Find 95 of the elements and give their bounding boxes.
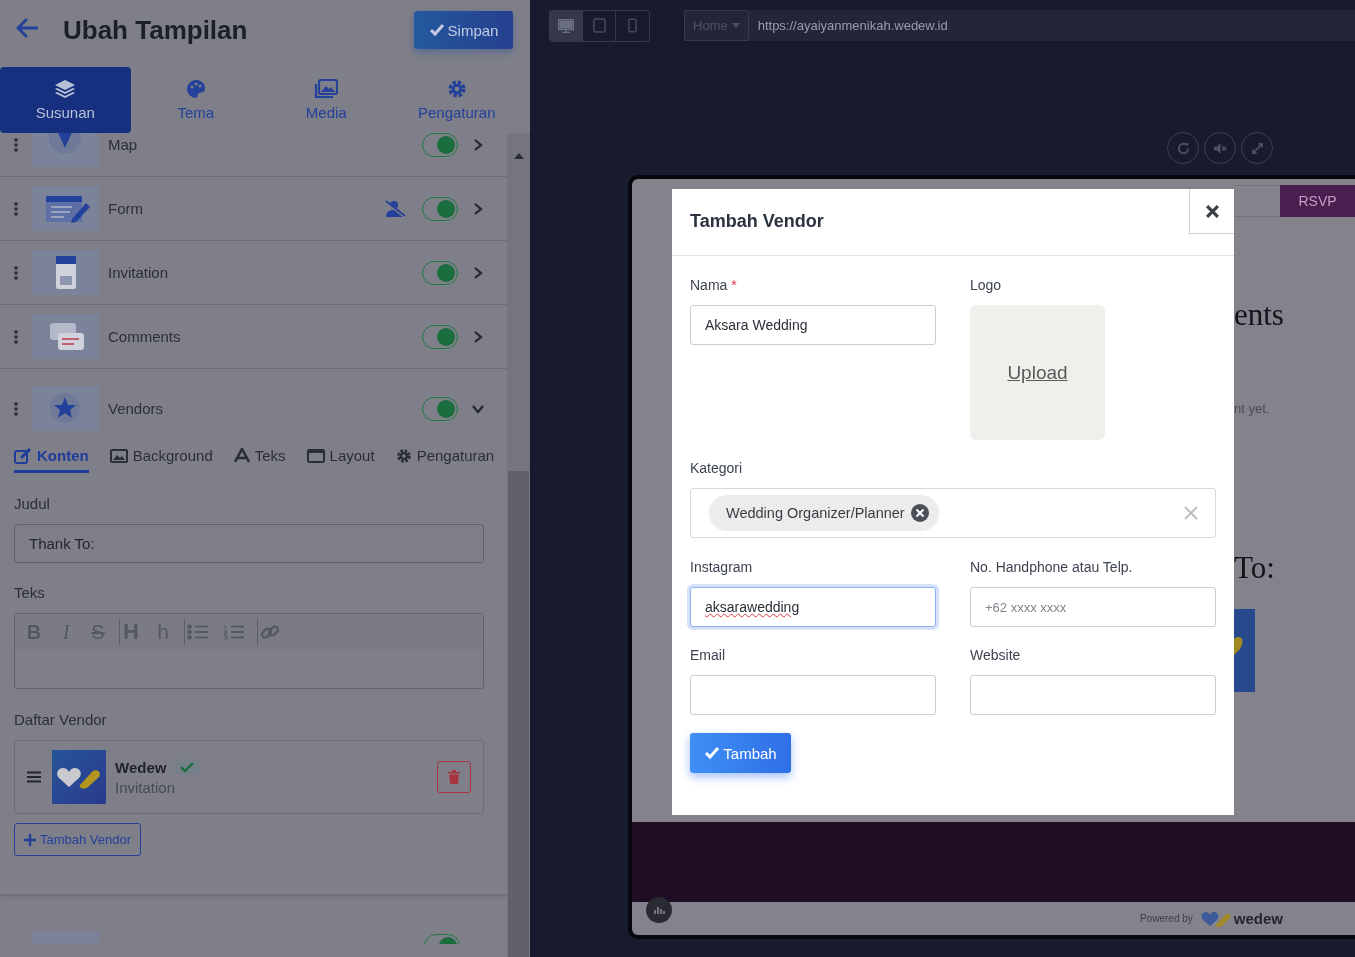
check-icon	[704, 746, 721, 760]
settings-icon	[395, 447, 412, 464]
category-chip: Wedding Organizer/Planner	[709, 495, 939, 531]
section-name: Form	[108, 200, 143, 217]
sub-tab[interactable]: Teks	[233, 447, 286, 473]
main-tab[interactable]: Tema	[130, 67, 261, 133]
close-icon	[1204, 203, 1220, 219]
music-button[interactable]	[646, 897, 672, 923]
website-field[interactable]	[970, 675, 1216, 715]
field-label: Nama	[690, 277, 728, 293]
main-tab[interactable]: Pengaturan	[391, 67, 522, 133]
trash-icon	[448, 770, 460, 784]
field-label: Website	[970, 647, 1021, 663]
sub-tab[interactable]: Pengaturan	[395, 447, 495, 473]
numbered-list-icon[interactable]	[223, 624, 245, 640]
font-icon	[233, 448, 250, 463]
dialog-title: Tambah Vendor	[690, 211, 824, 232]
window-icon	[306, 448, 325, 463]
bullet-list-icon[interactable]	[187, 624, 209, 640]
section-name: Comments	[108, 328, 181, 345]
section-thumbnail	[32, 186, 99, 231]
drag-handle-icon[interactable]	[14, 265, 18, 280]
plus-icon	[24, 833, 36, 846]
section-name: Invitation	[108, 264, 169, 281]
section-heading: To:	[1234, 550, 1275, 586]
settings-icon	[446, 79, 467, 99]
main-tab[interactable]: Media	[261, 67, 392, 133]
drag-handle-icon[interactable]	[14, 201, 18, 216]
vendor-name: Wedew	[115, 758, 167, 776]
field-label: Judul	[14, 495, 51, 512]
field-label: Daftar Vendor	[14, 711, 108, 728]
sub-tab[interactable]: Konten	[14, 447, 89, 473]
category-select[interactable]: Wedding Organizer/Planner	[690, 488, 1216, 538]
remove-icon[interactable]	[910, 504, 929, 522]
tablet-icon	[592, 18, 606, 33]
caret-icon	[731, 23, 740, 28]
vendor-logo	[52, 750, 106, 804]
main-tab[interactable]: Susunan	[0, 67, 131, 133]
vendor-category: Invitation	[115, 778, 177, 796]
field-label: Logo	[970, 277, 1002, 293]
phone-field[interactable]: +62 xxxx xxxx	[970, 587, 1216, 627]
clear-icon[interactable]	[1184, 506, 1198, 520]
delete-button[interactable]	[437, 761, 471, 793]
save-button[interactable]: Simpan	[414, 11, 513, 49]
name-field[interactable]: Aksara Wedding	[690, 305, 936, 345]
add-button[interactable]: Tambah	[690, 733, 791, 773]
section-thumbnail	[32, 386, 99, 431]
drag-handle-icon[interactable]	[14, 137, 18, 152]
section-thumbnail	[32, 314, 99, 359]
instagram-field[interactable]: aksarawedding	[690, 587, 936, 627]
image-icon	[109, 448, 128, 463]
field-label: No. Handphone atau Telp.	[970, 559, 1133, 575]
reload-icon	[1175, 140, 1191, 156]
section-name: Vendors	[108, 400, 164, 417]
monitor-icon	[558, 18, 574, 33]
sub-tab[interactable]: Layout	[306, 447, 375, 473]
field-label: Email	[690, 647, 725, 663]
section-name: Map	[108, 136, 138, 153]
hearts-logo-icon	[1200, 910, 1231, 927]
url-text: https://ayaiyanmenikah.wedew.id	[757, 18, 948, 33]
link-icon[interactable]	[260, 622, 280, 642]
powered-by-text: Powered by	[1140, 913, 1193, 924]
sub-tab[interactable]: Background	[109, 447, 213, 473]
phone-icon	[628, 18, 637, 33]
section-thumbnail	[32, 250, 99, 295]
page-title: Ubah Tampilan	[63, 14, 248, 46]
layers-icon	[54, 79, 77, 99]
field-label: Instagram	[690, 559, 753, 575]
mute-icon	[1212, 141, 1228, 155]
drag-handle-icon[interactable]	[27, 771, 41, 783]
desktop-view-button[interactable]	[550, 10, 583, 41]
palette-icon	[185, 79, 206, 99]
email-field[interactable]	[690, 675, 936, 715]
scroll-up-arrow-icon[interactable]	[513, 153, 524, 159]
field-label: Kategori	[690, 460, 743, 476]
section-heading: ents	[1234, 297, 1284, 333]
section-thumbnail	[32, 133, 99, 167]
empty-note: nt yet.	[1234, 401, 1270, 416]
check-icon	[428, 23, 445, 37]
drag-handle-icon[interactable]	[14, 401, 18, 416]
scrollbar[interactable]	[507, 133, 530, 957]
back-arrow-icon[interactable]	[16, 18, 38, 38]
logo-upload-area[interactable]: Upload	[970, 305, 1105, 440]
rsvp-button[interactable]: RSVP	[1280, 185, 1355, 217]
close-button[interactable]	[1189, 189, 1234, 234]
toggle-switch[interactable]	[422, 260, 458, 285]
edit-icon	[14, 447, 32, 464]
brand-name: wedew	[1233, 910, 1283, 927]
required-mark: *	[731, 277, 737, 293]
field-label: Teks	[14, 584, 46, 601]
title-field[interactable]: Thank To:	[14, 524, 484, 563]
add-vendor-button[interactable]: Tambah Vendor	[14, 823, 142, 856]
images-icon	[314, 79, 339, 99]
expand-icon	[1250, 141, 1264, 155]
drag-handle-icon[interactable]	[14, 329, 18, 344]
